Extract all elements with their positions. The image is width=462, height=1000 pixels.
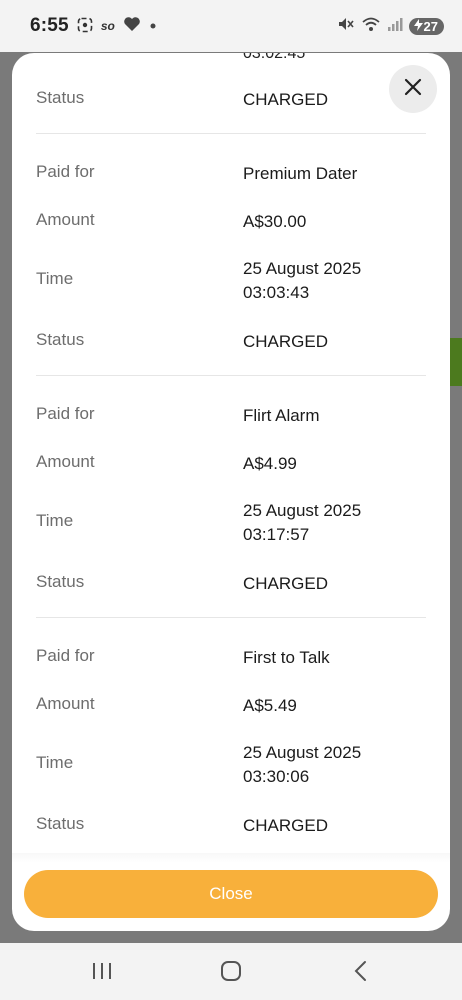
amount-value: A$4.99 [243, 454, 297, 473]
time-value: 03:17:57 [243, 525, 310, 544]
home-icon[interactable] [219, 959, 243, 988]
status-bar-left: 6:55 so [30, 15, 157, 37]
divider [36, 617, 426, 618]
heart-icon [123, 16, 141, 37]
divider [36, 133, 426, 134]
amount-value: A$30.00 [243, 212, 307, 231]
wifi-icon [361, 15, 381, 38]
status-value: CHARGED [243, 816, 329, 835]
paid-for-label: Paid for [36, 404, 95, 423]
date-value: 25 August 2025 [243, 501, 362, 520]
amount-label: Amount [36, 694, 95, 713]
paid-for-label: Paid for [36, 162, 95, 181]
date-value: 25 August 2025 [243, 259, 362, 278]
so-icon: so [100, 19, 115, 33]
time-value: 03:30:06 [243, 767, 310, 786]
status-label: Status [36, 330, 85, 349]
clock: 6:55 [30, 15, 69, 36]
time-label: Time [36, 269, 74, 288]
status-value: CHARGED [243, 90, 329, 109]
status-value: CHARGED [243, 332, 329, 351]
time-label: Time [36, 753, 74, 772]
date-value: 25 August 2025 [243, 743, 362, 762]
screenshot-icon [77, 17, 93, 36]
status-label: Status [36, 814, 85, 833]
paid-for-value: First to Talk [243, 648, 330, 667]
mute-icon [337, 15, 355, 38]
signal-icon [387, 16, 403, 37]
recent-apps-icon[interactable] [91, 959, 113, 988]
battery-indicator: 27 [408, 17, 444, 35]
system-nav-bar [0, 943, 462, 1000]
status-bar: 6:55 so 27 [0, 0, 462, 52]
status-label: Status [36, 88, 85, 107]
time-value: 03:03:43 [243, 283, 310, 302]
dot-icon [149, 17, 157, 35]
payment-list[interactable]: 03:02:45 Status CHARGED Paid for Premium… [12, 53, 450, 859]
background-banner [450, 338, 462, 386]
close-icon [403, 77, 423, 102]
back-icon[interactable] [351, 959, 371, 988]
divider [36, 375, 426, 376]
amount-value: A$5.49 [243, 696, 297, 715]
cut-off-time-value: 03:02:45 [243, 53, 306, 62]
battery-level: 27 [423, 18, 438, 34]
amount-label: Amount [36, 452, 95, 471]
paid-for-value: Flirt Alarm [243, 406, 320, 425]
footer-shadow [12, 853, 450, 863]
paid-for-value: Premium Dater [243, 164, 358, 183]
charging-icon [413, 18, 423, 34]
amount-label: Amount [36, 210, 95, 229]
paid-for-label: Paid for [36, 646, 95, 665]
time-label: Time [36, 511, 74, 530]
close-button[interactable]: Close [24, 870, 438, 918]
close-modal-button[interactable] [389, 65, 437, 113]
payment-history-modal: 03:02:45 Status CHARGED Paid for Premium… [12, 53, 450, 931]
status-label: Status [36, 572, 85, 591]
status-bar-right: 27 [337, 15, 444, 38]
status-value: CHARGED [243, 574, 329, 593]
